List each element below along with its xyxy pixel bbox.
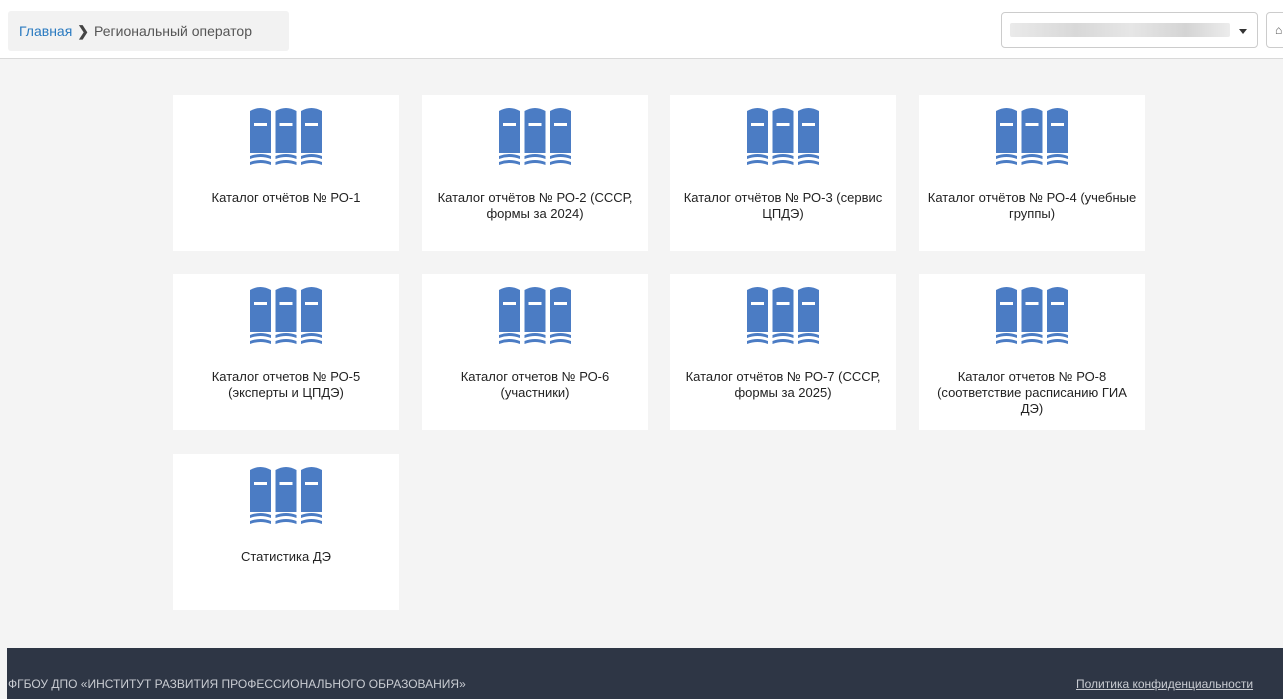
- footer: ФГБОУ ДПО «ИНСТИТУТ РАЗВИТИЯ ПРОФЕССИОНА…: [7, 648, 1283, 699]
- books-icon: [996, 108, 1068, 165]
- books-icon: [747, 287, 819, 344]
- catalog-card-label: Каталог отчётов № РО-2 (СССР, формы за 2…: [437, 190, 633, 221]
- catalog-card[interactable]: Каталог отчётов № РО-1: [173, 95, 399, 251]
- region-select[interactable]: [1001, 12, 1258, 48]
- catalog-card-label: Статистика ДЭ: [240, 549, 332, 564]
- home-button[interactable]: ⌂: [1266, 12, 1283, 48]
- select-value-blurred: [1010, 23, 1230, 37]
- catalog-card[interactable]: Статистика ДЭ: [173, 454, 399, 610]
- catalog-card-label: Каталог отчётов № РО-7 (СССР, формы за 2…: [685, 369, 881, 400]
- breadcrumb-home-link[interactable]: Главная: [19, 23, 72, 39]
- catalog-card-label: Каталог отчетов № РО-5 (эксперты и ЦПДЭ): [211, 369, 361, 400]
- catalog-card-label: Каталог отчётов № РО-1: [211, 190, 361, 205]
- catalog-card[interactable]: Каталог отчётов № РО-2 (СССР, формы за 2…: [422, 95, 648, 251]
- books-icon: [747, 108, 819, 165]
- catalog-card-label: Каталог отчётов № РО-3 (сервис ЦПДЭ): [683, 190, 883, 221]
- catalog-card-label: Каталог отчётов № РО-4 (учебные группы): [927, 190, 1137, 221]
- books-icon: [499, 287, 571, 344]
- books-icon: [996, 287, 1068, 344]
- catalog-card[interactable]: Каталог отчетов № РО-6 (участники): [422, 274, 648, 430]
- catalog-card-label: Каталог отчетов № РО-6 (участники): [460, 369, 610, 400]
- books-icon: [250, 287, 322, 344]
- books-icon: [250, 108, 322, 165]
- breadcrumb-chevron-icon: ❯: [77, 22, 90, 39]
- catalog-card[interactable]: Каталог отчётов № РО-4 (учебные группы): [919, 95, 1145, 251]
- breadcrumb: Главная ❯ Региональный оператор: [8, 11, 289, 51]
- breadcrumb-current: Региональный оператор: [94, 23, 252, 39]
- catalog-card[interactable]: Каталог отчётов № РО-3 (сервис ЦПДЭ): [670, 95, 896, 251]
- books-icon: [499, 108, 571, 165]
- footer-organization: ФГБОУ ДПО «ИНСТИТУТ РАЗВИТИЯ ПРОФЕССИОНА…: [8, 677, 466, 691]
- chevron-down-icon: [1239, 29, 1247, 34]
- privacy-policy-link[interactable]: Политика конфиденциальности: [1076, 677, 1253, 691]
- catalog-card[interactable]: Каталог отчетов № РО-8 (соответствие рас…: [919, 274, 1145, 430]
- top-bar: Главная ❯ Региональный оператор ⌂: [0, 0, 1283, 59]
- catalog-card-label: Каталог отчетов № РО-8 (соответствие рас…: [937, 369, 1127, 416]
- books-icon: [250, 467, 322, 524]
- catalog-card[interactable]: Каталог отчётов № РО-7 (СССР, формы за 2…: [670, 274, 896, 430]
- catalog-card[interactable]: Каталог отчетов № РО-5 (эксперты и ЦПДЭ): [173, 274, 399, 430]
